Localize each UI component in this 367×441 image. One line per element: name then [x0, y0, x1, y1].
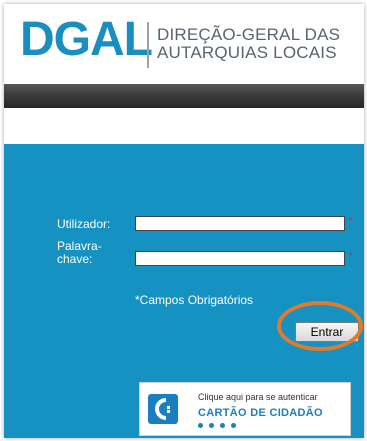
username-label: Utilizador:: [57, 217, 111, 231]
organization-name: DIREÇÃO-GERAL DAS AUTARQUIAS LOCAIS: [157, 26, 340, 62]
citizen-card-title: CARTÃO DE CIDADÃO: [198, 407, 323, 419]
required-fields-note: *Campos Obrigatórios: [135, 293, 254, 307]
dot-icon: [231, 423, 236, 428]
dot-icon: [209, 423, 214, 428]
password-label: Palavra- chave:: [57, 240, 102, 266]
citizen-card-login[interactable]: Clique aqui para se autenticar CARTÃO DE…: [139, 382, 351, 436]
login-button[interactable]: Entrar: [295, 322, 359, 342]
organization-name-line1: DIREÇÃO-GERAL DAS: [157, 25, 341, 44]
username-required-marker: *: [349, 216, 353, 227]
organization-name-line2: AUTARQUIAS LOCAIS: [157, 43, 337, 62]
page-frame: DGAL DIREÇÃO-GERAL DAS AUTARQUIAS LOCAIS…: [4, 4, 364, 438]
citizen-card-icon: [148, 394, 178, 424]
citizen-card-dots: [198, 423, 238, 431]
password-label-line2: chave:: [57, 252, 93, 266]
username-input[interactable]: [135, 216, 345, 231]
logo-divider: [147, 22, 149, 68]
password-required-marker: *: [349, 251, 353, 262]
citizen-card-glyph: [155, 398, 170, 420]
dot-icon: [220, 423, 225, 428]
password-input[interactable]: [135, 251, 345, 266]
dgal-logo: DGAL: [20, 13, 153, 66]
dot-icon: [198, 423, 203, 428]
navigation-bar: [4, 84, 364, 108]
citizen-card-hint: Clique aqui para se autenticar: [198, 392, 318, 402]
header: DGAL DIREÇÃO-GERAL DAS AUTARQUIAS LOCAIS: [4, 4, 364, 80]
